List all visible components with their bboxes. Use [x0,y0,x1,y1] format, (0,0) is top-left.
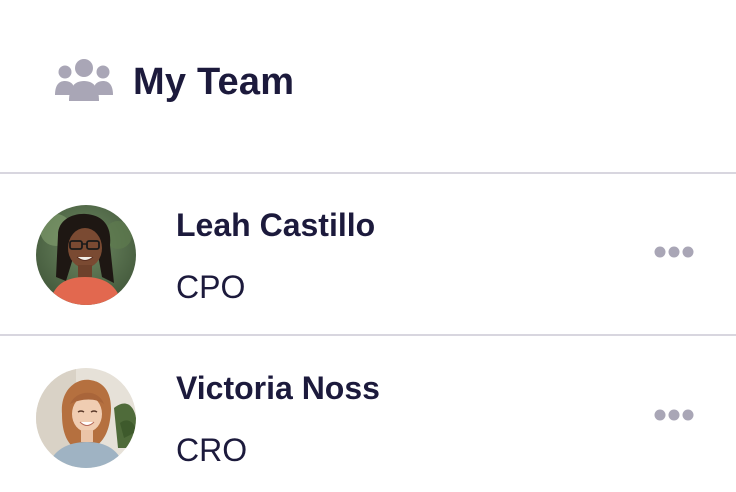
more-options-button[interactable] [648,236,700,268]
member-name: Leah Castillo [176,207,376,243]
team-header: My Team [0,0,736,174]
more-horizontal-icon [654,246,694,258]
team-member-row[interactable]: Leah Castillo CPO [0,174,736,336]
avatar [36,205,136,305]
member-role: CRO [176,432,248,468]
more-horizontal-icon [654,409,694,421]
team-member-row[interactable]: Victoria Noss CRO [0,337,736,492]
users-group-icon [54,58,114,102]
member-role: CPO [176,269,246,305]
my-team-panel: My Team Leah Castillo CPO Victoria Noss … [0,0,736,492]
member-name: Victoria Noss [176,370,380,406]
avatar [36,368,136,468]
more-options-button[interactable] [648,399,700,431]
page-title: My Team [133,61,295,103]
